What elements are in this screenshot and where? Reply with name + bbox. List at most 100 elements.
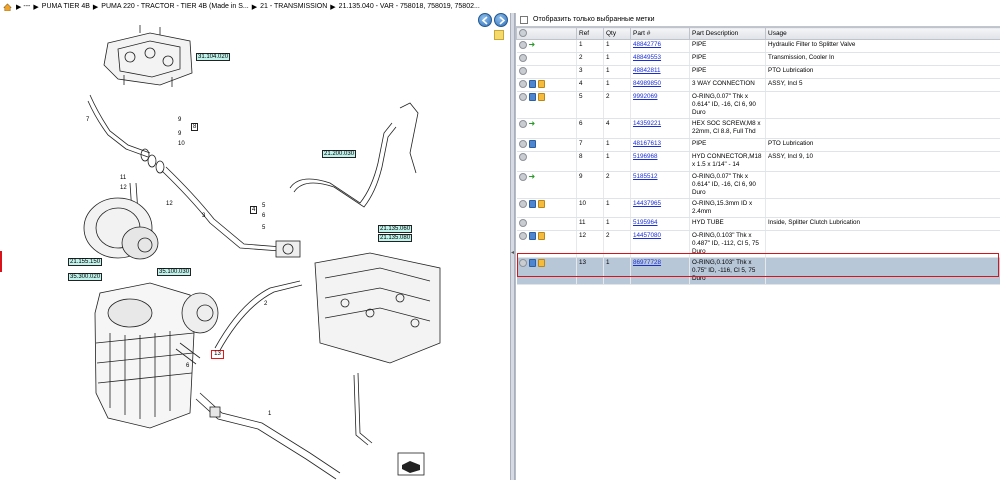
table-row[interactable]: 13 1 86977728 O-RING,0.103" Thk x 0.75" ID,… [516,257,1000,285]
header-desc[interactable]: Part Description [689,27,766,40]
part-number-link[interactable]: 5195964 [633,219,658,226]
part-number-link[interactable]: 9992069 [633,93,658,100]
row-qty-cell: 1 [603,198,631,218]
add-to-cart-icon[interactable] [518,41,527,49]
replacement-arrow-icon[interactable]: ➜ [529,173,538,181]
breadcrumb-item-page[interactable]: 21.135.040 - VAR - 758018, 758019, 75802… [339,3,480,10]
breadcrumb-sep-icon: ▶ [33,3,39,11]
table-row[interactable]: ➜ 9 2 5185512 O-RING,0.07" Thk x 0.614" ID, … [516,171,1000,199]
show-selected-checkbox[interactable] [520,15,528,24]
diagram-ref-tag[interactable]: 21.155.150 [68,258,103,266]
replacement-arrow-icon[interactable]: ➜ [529,41,538,49]
diagram-ref-tag[interactable]: 21.200.030 [322,150,357,158]
add-to-cart-icon[interactable] [518,173,527,181]
add-to-cart-icon[interactable] [518,140,527,148]
breadcrumb-sep-icon: ▶ [330,3,336,11]
table-row[interactable]: 7 1 48167613 PIPE PTO Lubrication [516,138,1000,152]
highlighted-callout[interactable]: 13 [211,350,224,359]
breadcrumb-item-section[interactable]: 21 - TRANSMISSION [260,3,327,10]
row-qty: 1 [606,200,610,207]
diagram-callout[interactable]: 10 [178,141,185,147]
info-book-icon[interactable] [528,232,536,240]
header-ref[interactable]: Ref [576,27,604,40]
table-row[interactable]: 2 1 48849553 PIPE Transmission, Cooler In [516,52,1000,66]
splitter-grip-icon[interactable]: ◂ [511,249,514,257]
kit-box-icon[interactable] [537,200,545,208]
info-book-icon[interactable] [528,140,536,148]
info-book-icon[interactable] [528,200,536,208]
table-row[interactable]: ➜ 6 4 14359221 HEX SOC SCREW,M8 x 22mm, Cl 8… [516,118,1000,139]
table-row[interactable]: 8 1 5196968 HYD CONNECTOR,M18 x 1.5 x 1/14"… [516,151,1000,172]
diagram-callout[interactable]: 6 [262,213,265,219]
row-usage-cell: ASSY, Incl 5 [765,78,1000,92]
kit-box-icon[interactable] [537,93,545,101]
part-number-link[interactable]: 84989850 [633,80,661,87]
diagram-callout[interactable]: 5 [262,225,265,231]
add-to-cart-icon[interactable] [518,259,527,267]
part-number-link[interactable]: 5196968 [633,153,658,160]
part-number-link[interactable]: 48842776 [633,41,661,48]
header-qty[interactable]: Qty [603,27,631,40]
header-usage[interactable]: Usage [765,27,1000,40]
table-row[interactable]: 3 1 48842811 PIPE PTO Lubrication [516,65,1000,79]
kit-box-icon[interactable] [537,232,545,240]
add-to-cart-icon[interactable] [518,232,527,240]
kit-box-icon[interactable] [537,259,545,267]
add-to-cart-icon[interactable] [518,93,527,101]
info-book-icon[interactable] [528,93,536,101]
settings-icon[interactable] [519,28,527,37]
diagram-callout[interactable]: 2 [264,301,267,307]
table-row[interactable]: 12 2 14457080 O-RING,0.103" Thk x 0.487" ID… [516,230,1000,258]
info-book-icon[interactable] [528,259,536,267]
table-row[interactable]: 5 2 9992069 O-RING,0.07" Thk x 0.614" ID, -… [516,91,1000,119]
diagram-callout[interactable]: 1 [268,411,271,417]
breadcrumb-item-root[interactable]: --- [23,3,30,10]
diagram-callout[interactable]: 3 [202,213,205,219]
diagram-ref-tag[interactable]: 21.135.060 [378,225,413,233]
diagram-callout[interactable]: 5 [262,203,265,209]
info-book-icon[interactable] [528,80,536,88]
table-header-row: Ref Qty Part # Part Description Usage [516,27,1000,40]
diagram-ref-tag[interactable]: 31.104.020 [196,53,231,61]
diagram-callout[interactable]: 7 [86,117,89,123]
add-to-cart-icon[interactable] [518,200,527,208]
diagram-callout[interactable]: 4 [250,206,258,214]
add-to-cart-icon[interactable] [518,153,527,161]
diagram-callout[interactable]: 6 [186,363,189,369]
diagram-callout[interactable]: 9 [178,117,181,123]
diagram-callout[interactable]: 12 [166,201,173,207]
add-to-cart-icon[interactable] [518,120,527,128]
diagram-callout[interactable]: 9 [178,131,181,137]
diagram-ref-tag[interactable]: 35.300.020 [68,273,103,281]
exploded-diagram[interactable] [0,13,510,480]
part-number-link[interactable]: 14437965 [633,200,661,207]
breadcrumb-item-tractor[interactable]: PUMA 220 - TRACTOR - TIER 4B (Made in S.… [101,3,248,10]
home-icon[interactable] [3,3,12,11]
diagram-callout[interactable]: 8 [191,123,199,131]
part-number-link[interactable]: 48167613 [633,140,661,147]
diagram-ref-tag[interactable]: 21.135.080 [378,234,413,242]
table-row[interactable]: 10 1 14437965 O-RING,15.3mm ID x 2.4mm [516,198,1000,218]
header-part[interactable]: Part # [630,27,690,40]
part-number-link[interactable]: 86977728 [633,259,661,266]
add-to-cart-icon[interactable] [518,67,527,75]
breadcrumb-item-model[interactable]: PUMA TIER 4B [42,3,90,10]
replacement-arrow-icon[interactable]: ➜ [529,120,538,128]
add-to-cart-icon[interactable] [518,54,527,62]
diagram-ref-tag[interactable]: 35.100.030 [157,268,192,276]
kit-box-icon[interactable] [537,80,545,88]
row-icons: ➜ [516,171,577,199]
table-row[interactable]: ➜ 1 1 48842776 PIPE Hydraulic Filter to Split… [516,39,1000,53]
diagram-callout[interactable]: 11 [120,175,126,181]
add-to-cart-icon[interactable] [518,80,527,88]
part-number-link[interactable]: 14457080 [633,232,661,239]
add-to-cart-icon[interactable] [518,219,527,227]
part-number-link[interactable]: 14359221 [633,120,661,127]
part-number-link[interactable]: 48842811 [633,67,661,74]
table-row[interactable]: 4 1 84989850 3 WAY CONNECTION ASSY, Incl 5 [516,78,1000,92]
diagram-callout[interactable]: 12 [120,185,127,191]
part-number-link[interactable]: 48849553 [633,54,661,61]
header-icons[interactable] [516,27,577,40]
table-row[interactable]: 11 1 5195964 HYD TUBE Inside, Splitter Clutc… [516,217,1000,231]
part-number-link[interactable]: 5185512 [633,173,658,180]
